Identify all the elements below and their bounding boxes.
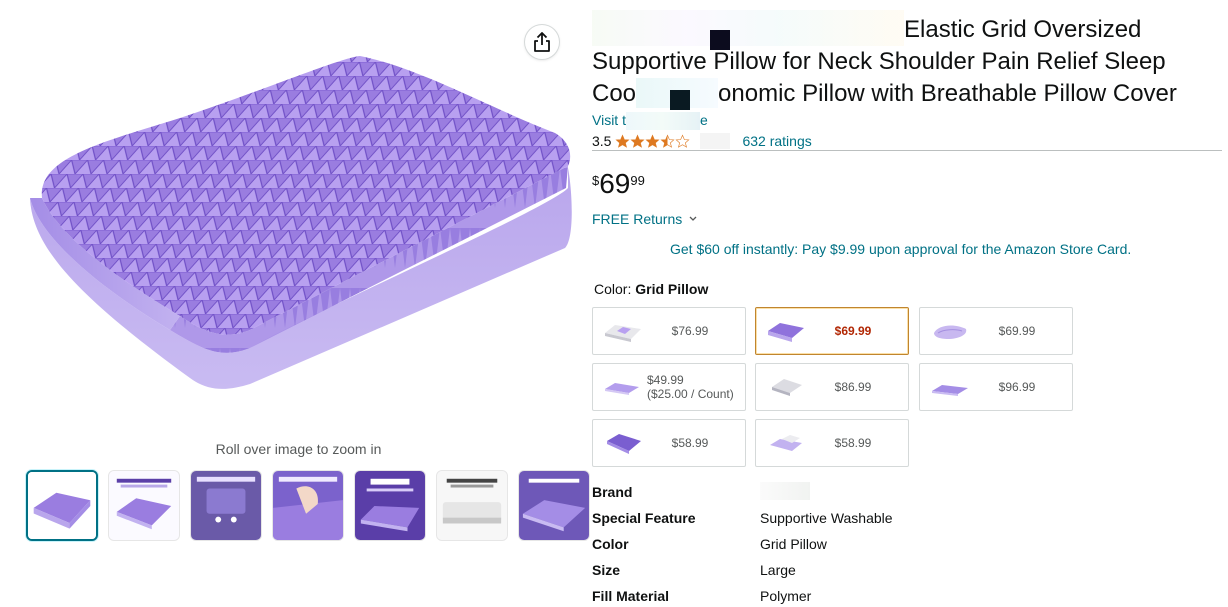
thumbnail-7[interactable] [518, 470, 590, 541]
price-whole: 69 [599, 168, 631, 199]
divider [592, 150, 1222, 151]
redaction-block [710, 30, 730, 50]
color-option-8[interactable]: $58.99 [755, 419, 909, 467]
free-returns-link[interactable]: FREE Returns [592, 211, 698, 227]
ratings-count-link[interactable]: 632 ratings [742, 130, 811, 152]
price-symbol: $ [592, 173, 600, 188]
star-icon [630, 133, 645, 148]
redaction-block [760, 481, 810, 500]
image-gallery: Roll over image to zoom in [0, 0, 590, 607]
price-fraction: 99 [630, 173, 645, 188]
star-icon [615, 133, 630, 148]
title-line-3b: onomic Pillow with Breathable Pillow Cov… [718, 80, 1177, 107]
swatch-thumbnail [605, 383, 639, 395]
store-link-prefix: Visit t [592, 112, 626, 128]
color-selected-name: Grid Pillow [635, 281, 709, 297]
thumbnail-4[interactable] [272, 470, 344, 541]
spec-value: Supportive Washable [760, 510, 893, 526]
star-icon [645, 133, 660, 148]
product-specs: Brand Special Feature Supportive Washabl… [592, 479, 1192, 607]
rating-row: 3.5 632 ratings [592, 130, 1222, 152]
swatch-price: $58.99 [671, 436, 709, 450]
swatch-price-main: $49.99 [647, 373, 684, 387]
spec-key: Special Feature [592, 510, 696, 526]
redaction-block [700, 133, 731, 149]
title-line-2: Supportive Pillow for Neck Shoulder Pain… [592, 48, 1166, 75]
redaction-block [670, 90, 690, 110]
spec-key: Brand [592, 484, 633, 500]
spec-row-special-feature: Special Feature Supportive Washable [592, 505, 1192, 531]
swatch-thumbnail [607, 434, 641, 454]
product-title: Elastic Grid Oversized Supportive Pillow… [592, 10, 1222, 110]
spec-row-color: Color Grid Pillow [592, 531, 1192, 557]
spec-value: Polymer [760, 588, 812, 604]
spec-key: Color [592, 536, 629, 552]
spec-row-size: Size Large [592, 557, 1192, 583]
rating-value: 3.5 [592, 133, 612, 149]
thumbnail-strip [26, 470, 590, 541]
spec-key: Size [592, 562, 621, 578]
swatch-thumbnail [768, 323, 804, 342]
star-half-icon [660, 133, 675, 148]
color-option-4[interactable]: $49.99 ($25.00 / Count) [592, 363, 746, 411]
swatch-price: $49.99 ($25.00 / Count) [645, 373, 745, 401]
swatch-price: $69.99 [834, 324, 872, 338]
spec-value: Grid Pillow [760, 536, 827, 552]
star-rating[interactable] [615, 133, 690, 149]
redaction-block [625, 112, 700, 131]
swatch-thumbnail [934, 325, 967, 339]
spec-row-fill-material: Fill Material Polymer [592, 583, 1192, 607]
swatch-price: $76.99 [671, 324, 709, 338]
thumbnail-5[interactable] [354, 470, 426, 541]
color-option-7[interactable]: $58.99 [592, 419, 746, 467]
swatch-price-unit: ($25.00 / Count) [647, 387, 734, 401]
chevron-down-icon [689, 216, 697, 221]
color-option-3[interactable]: $69.99 [919, 307, 1073, 355]
color-option-5[interactable]: $86.99 [755, 363, 909, 411]
swatch-thumbnail [605, 325, 641, 342]
thumbnail-2[interactable] [108, 470, 180, 541]
swatch-thumbnail [772, 379, 802, 396]
store-link-suffix: e [699, 112, 708, 128]
price: $ 69 99 [592, 170, 645, 198]
spec-row-brand: Brand [592, 479, 1192, 505]
product-details: Elastic Grid Oversized Supportive Pillow… [592, 10, 1222, 604]
color-option-1[interactable]: $76.99 [592, 307, 746, 355]
thumbnail-1[interactable] [26, 470, 98, 541]
thumbnail-3[interactable] [190, 470, 262, 541]
swatch-price: $58.99 [834, 436, 872, 450]
swatch-price: $86.99 [834, 380, 872, 394]
star-empty-icon [675, 133, 690, 148]
store-card-promo[interactable]: Get $60 off instantly: Pay $9.99 upon ap… [670, 241, 1131, 257]
redaction-block [592, 10, 904, 46]
spec-value [760, 481, 810, 503]
swatch-thumbnail [770, 435, 802, 451]
main-product-image[interactable] [20, 48, 576, 408]
returns-label: FREE Returns [592, 211, 683, 227]
spec-key: Fill Material [592, 588, 670, 604]
title-line-3a: Coo [592, 80, 637, 107]
swatch-price: $96.99 [998, 380, 1036, 394]
spec-value: Large [760, 562, 796, 578]
zoom-hint: Roll over image to zoom in [215, 441, 382, 457]
color-label-text: Color: [594, 281, 632, 297]
color-option-6[interactable]: $96.99 [919, 363, 1073, 411]
swatch-price: $69.99 [998, 324, 1036, 338]
thumbnail-6[interactable] [436, 470, 508, 541]
visit-store-link[interactable]: Visit t e [592, 110, 1222, 131]
swatch-thumbnail [932, 385, 968, 396]
color-label: Color: Grid Pillow [594, 281, 708, 297]
color-option-2[interactable]: $69.99 [755, 307, 909, 355]
